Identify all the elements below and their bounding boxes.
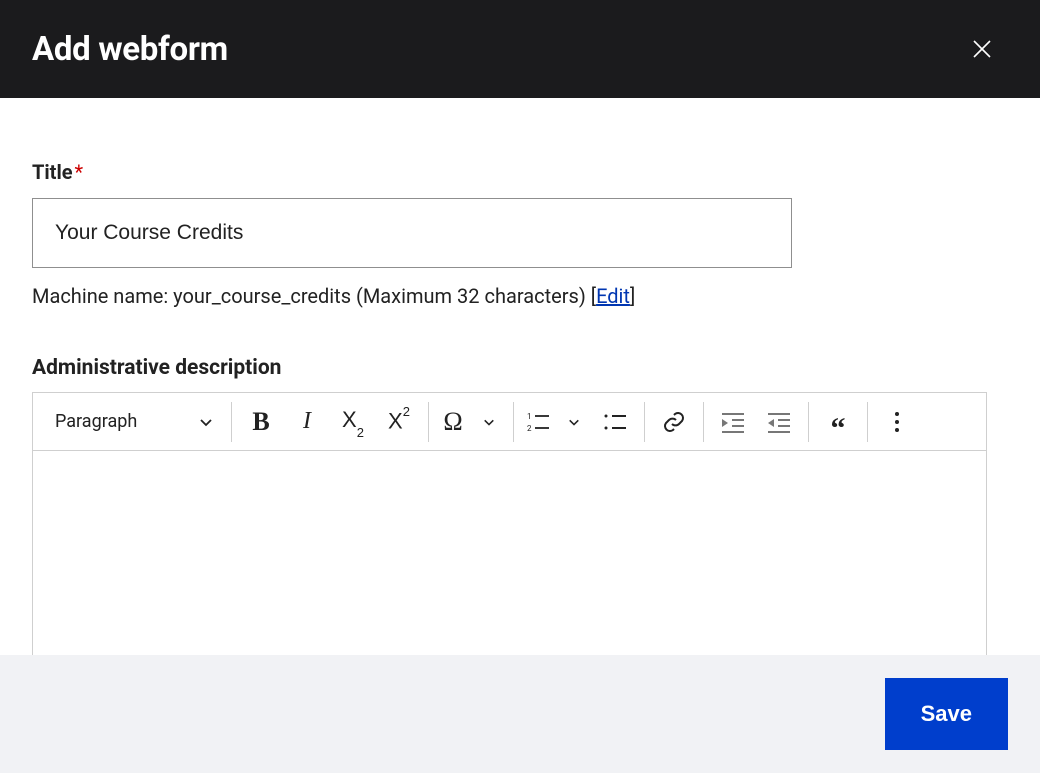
indent-increase-button[interactable] xyxy=(710,402,756,442)
omega-icon: Ω xyxy=(443,407,462,437)
editor-toolbar: Paragraph B I X2 X2 Ω xyxy=(33,393,986,451)
toolbar-separator xyxy=(808,402,809,442)
italic-button[interactable]: I xyxy=(284,402,330,442)
kebab-icon xyxy=(887,410,907,434)
toolbar-separator xyxy=(867,402,868,442)
toolbar-separator xyxy=(428,402,429,442)
required-mark: * xyxy=(75,160,84,184)
toolbar-separator xyxy=(513,402,514,442)
quote-icon: “ xyxy=(831,410,846,433)
italic-icon: I xyxy=(303,408,311,435)
dialog-body[interactable]: Title* Machine name: your_course_credits… xyxy=(0,98,1040,655)
save-button[interactable]: Save xyxy=(885,678,1008,750)
heading-dropdown-label: Paragraph xyxy=(55,411,137,432)
machine-name-prefix: Machine name: xyxy=(32,284,173,308)
title-input[interactable] xyxy=(32,198,792,268)
machine-name-edit-link[interactable]: Edit xyxy=(596,284,630,308)
bulleted-list-icon xyxy=(602,409,628,435)
link-icon xyxy=(662,410,686,434)
admin-description-label: Administrative description xyxy=(32,356,1008,380)
rich-text-editor: Paragraph B I X2 X2 Ω xyxy=(32,392,987,655)
chevron-down-icon xyxy=(483,416,495,428)
dialog-title: Add webform xyxy=(32,30,228,69)
special-char-button[interactable]: Ω xyxy=(435,402,471,442)
svg-text:1: 1 xyxy=(527,412,532,421)
bulleted-list-button[interactable] xyxy=(592,402,638,442)
blockquote-button[interactable]: “ xyxy=(815,402,861,442)
title-label-text: Title xyxy=(32,160,73,184)
indent-decrease-button[interactable] xyxy=(756,402,802,442)
numbered-list-button[interactable]: 1 2 xyxy=(520,402,556,442)
close-button[interactable] xyxy=(970,37,994,61)
indent-increase-icon xyxy=(720,409,746,435)
machine-name-row: Machine name: your_course_credits (Maxim… xyxy=(32,284,1008,308)
link-button[interactable] xyxy=(651,402,697,442)
svg-text:2: 2 xyxy=(527,424,532,433)
toolbar-separator xyxy=(703,402,704,442)
chevron-down-icon xyxy=(568,416,580,428)
close-icon xyxy=(972,39,992,59)
machine-name-value: your_course_credits xyxy=(173,284,351,308)
bold-button[interactable]: B xyxy=(238,402,284,442)
superscript-icon: X2 xyxy=(388,408,410,434)
toolbar-separator xyxy=(231,402,232,442)
numbered-list-icon: 1 2 xyxy=(525,409,551,435)
superscript-button[interactable]: X2 xyxy=(376,402,422,442)
special-char-dropdown[interactable] xyxy=(471,402,507,442)
bold-icon: B xyxy=(252,407,269,437)
heading-dropdown[interactable]: Paragraph xyxy=(39,402,225,442)
indent-decrease-icon xyxy=(766,409,792,435)
chevron-down-icon xyxy=(199,415,213,429)
dialog-header: Add webform xyxy=(0,0,1040,98)
dialog-footer: Save xyxy=(0,655,1040,773)
machine-name-suffix: (Maximum 32 characters) xyxy=(351,284,591,308)
editor-content-area[interactable] xyxy=(33,451,986,655)
toolbar-separator xyxy=(644,402,645,442)
subscript-icon: X2 xyxy=(342,407,364,435)
title-label: Title* xyxy=(32,160,1008,184)
subscript-button[interactable]: X2 xyxy=(330,402,376,442)
numbered-list-dropdown[interactable] xyxy=(556,402,592,442)
more-options-button[interactable] xyxy=(874,402,920,442)
